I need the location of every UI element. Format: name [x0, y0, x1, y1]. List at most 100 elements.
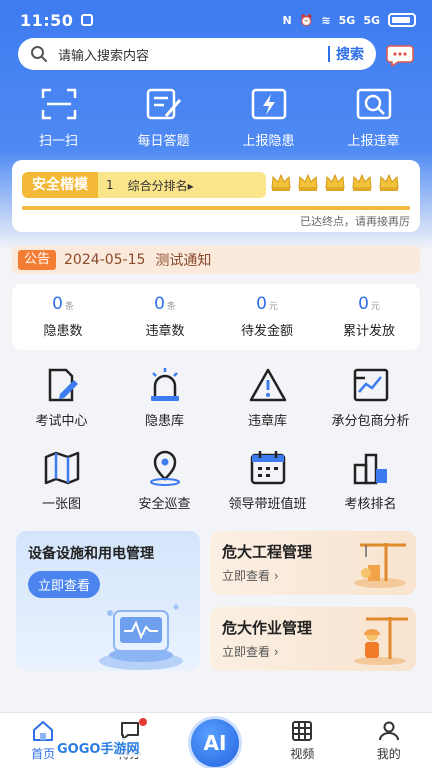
status-bar: 11:50 N ⏰ ≋ 5G 5G: [0, 0, 432, 40]
stat-total-paid[interactable]: 0元 累计发放: [318, 284, 420, 350]
major-operation-link[interactable]: 立即查看 ›: [222, 643, 279, 660]
quick-daily-quiz[interactable]: 每日答题: [114, 86, 214, 149]
stat-label: 违章数: [145, 324, 185, 339]
grid-safety-patrol[interactable]: 安全巡查: [113, 449, 216, 512]
search-row: 请输入搜索内容 搜索: [18, 38, 418, 70]
search-icon: [31, 46, 47, 62]
equipment-card-title: 设备设施和用电管理: [28, 546, 154, 562]
stat-unit: 元: [370, 302, 380, 312]
hazard-report-icon: [251, 88, 286, 120]
rank-pill[interactable]: 安全楷模 1 综合分排名▸: [22, 172, 266, 198]
location-icon: [149, 450, 180, 486]
major-project-title: 危大工程管理: [222, 543, 313, 561]
rank-hint: 已达终点，请再接再厉: [300, 215, 410, 228]
rank-progress: [22, 206, 410, 210]
stat-hazards[interactable]: 0条 隐患数: [12, 284, 114, 350]
video-icon: [292, 721, 313, 741]
stat-unit: 条: [166, 302, 176, 312]
tab-video-label: 视频: [290, 747, 315, 761]
wifi-icon: ≋: [321, 13, 331, 27]
quick-daily-quiz-label: 每日答题: [137, 134, 190, 149]
quick-scan[interactable]: 扫一扫: [9, 86, 109, 149]
stat-unit: 元: [268, 302, 278, 312]
notification-icon: [81, 14, 94, 26]
grid-label: 考核排名: [344, 497, 397, 512]
watermark: GOGO手游网: [54, 738, 143, 757]
grid-label: 违章库: [247, 414, 287, 429]
quick-report-hazard[interactable]: 上报隐患: [219, 86, 319, 149]
grid-exam-center[interactable]: 考试中心: [10, 366, 113, 429]
major-operation-title: 危大作业管理: [222, 619, 313, 637]
quick-report-hazard-label: 上报隐患: [242, 134, 295, 149]
grid-leader-duty[interactable]: 领导带班值班: [216, 449, 319, 512]
worker-illustration-icon: [354, 617, 408, 665]
stat-unit: 条: [64, 302, 74, 312]
search-input[interactable]: 请输入搜索内容 搜索: [18, 38, 376, 70]
signal-5g-1: 5G: [338, 13, 356, 27]
grid-hazard-library[interactable]: 隐患库: [113, 366, 216, 429]
user-icon: [378, 721, 399, 741]
battery-icon: [388, 13, 416, 27]
home-icon: [33, 721, 54, 741]
tab-mine[interactable]: 我的: [354, 719, 424, 762]
major-project-link[interactable]: 立即查看 ›: [222, 567, 279, 584]
warning-icon: [249, 368, 286, 402]
rank-card[interactable]: 安全楷模 1 综合分排名▸ 已达终点，请再接再厉: [12, 160, 420, 232]
notice-tag: 公告: [18, 250, 57, 270]
signal-5g-2: 5G: [363, 13, 380, 27]
grid-violation-library[interactable]: 违章库: [216, 366, 319, 429]
unread-dot: [138, 718, 147, 726]
scan-icon: [41, 88, 76, 120]
stat-value: 0: [256, 294, 267, 314]
function-grid: 考试中心 隐患库 违章库 承分包商分析 一张图 安全巡查 领导带班值班 考核排名: [10, 366, 422, 512]
quiz-icon: [146, 88, 181, 120]
map-icon: [44, 451, 79, 485]
grid-label: 安全巡查: [138, 497, 191, 512]
grid-assessment-ranking[interactable]: 考核排名: [319, 449, 422, 512]
grid-one-map[interactable]: 一张图: [10, 449, 113, 512]
rank-level: 1: [106, 178, 114, 192]
alarm-light-icon: [150, 368, 179, 401]
quick-report-violation[interactable]: 上报违章: [324, 86, 424, 149]
device-illustration-icon: [99, 604, 183, 670]
grid-subcontractor-analysis[interactable]: 承分包商分析: [319, 366, 422, 429]
grid-label: 隐患库: [144, 414, 184, 429]
crown-icon: [379, 173, 399, 191]
stat-value: 0: [358, 294, 369, 314]
tab-home-label: 首页: [31, 747, 56, 761]
crown-stars: [270, 172, 400, 192]
tab-video[interactable]: 视频: [267, 719, 337, 762]
stat-value: 0: [52, 294, 63, 314]
rank-progress-fill: [22, 206, 410, 210]
notice-bar[interactable]: 公告 2024-05-15 测试通知: [12, 246, 420, 274]
grid-label: 考试中心: [35, 414, 88, 429]
grid-label: 承分包商分析: [331, 414, 410, 429]
stats-card: 0条 隐患数 0条 违章数 0元 待发金额 0元 累计发放: [12, 284, 420, 350]
grid-label: 一张图: [41, 497, 81, 512]
equipment-card[interactable]: 设备设施和用电管理 立即查看: [16, 531, 200, 671]
major-project-card[interactable]: 危大工程管理 立即查看 ›: [210, 531, 416, 595]
ai-button[interactable]: AI: [188, 716, 242, 768]
notice-text: 测试通知: [155, 253, 212, 269]
crown-icon: [298, 173, 318, 191]
search-placeholder: 请输入搜索内容: [58, 48, 150, 64]
search-divider: [328, 46, 330, 62]
notice-date: 2024-05-15: [64, 252, 146, 268]
rank-text: 综合分排名▸: [127, 178, 194, 193]
message-bubble-icon[interactable]: [386, 40, 414, 68]
stat-label: 隐患数: [43, 324, 83, 339]
search-button[interactable]: 搜索: [336, 44, 364, 64]
major-operation-card[interactable]: 危大作业管理 立即查看 ›: [210, 607, 416, 671]
crown-icon: [325, 173, 345, 191]
crane-illustration-icon: [354, 543, 406, 588]
calendar-icon: [250, 451, 285, 485]
chart-icon: [353, 368, 388, 402]
nfc-icon: N: [282, 13, 292, 27]
quick-actions: 扫一扫 每日答题 上报隐患 上报违章: [0, 86, 432, 149]
ai-button-label: AI: [203, 731, 227, 755]
ranking-icon: [353, 453, 387, 485]
stat-violations[interactable]: 0条 违章数: [114, 284, 216, 350]
stat-pending-amount[interactable]: 0元 待发金额: [216, 284, 318, 350]
stat-label: 待发金额: [240, 324, 293, 339]
quick-report-violation-label: 上报违章: [347, 134, 400, 149]
